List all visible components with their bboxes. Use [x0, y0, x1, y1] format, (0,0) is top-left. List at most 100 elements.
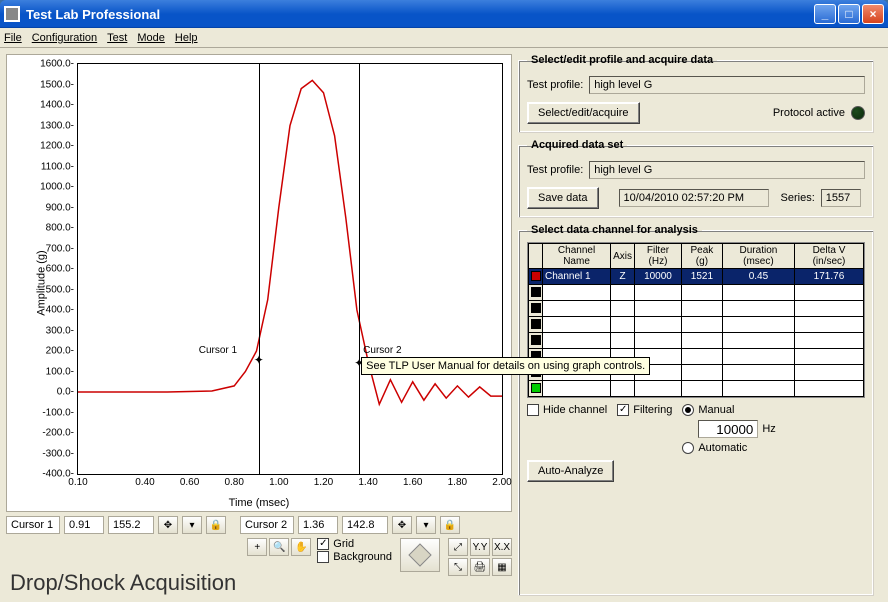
menubar: File Configuration Test Mode Help: [0, 28, 888, 48]
acquired-panel: Acquired data set Test profile: high lev…: [518, 139, 874, 218]
xtick: 0.10: [68, 474, 87, 488]
cursor2-lock-icon[interactable]: 🔒: [440, 516, 460, 534]
pan-tool-icon[interactable]: ✋: [291, 538, 311, 556]
xtick: 1.20: [314, 474, 333, 488]
ytick: 800.0-: [46, 223, 78, 234]
grid-config-icon[interactable]: ▦: [492, 558, 512, 576]
cursor2-snap-icon[interactable]: ▾: [416, 516, 436, 534]
autoscale-x-icon[interactable]: ⤡: [448, 558, 468, 576]
hide-channel-label: Hide channel: [543, 404, 607, 416]
table-row[interactable]: Channel 1Z1000015210.45171.76: [529, 269, 864, 285]
xtick: 1.00: [269, 474, 288, 488]
diamond-button[interactable]: [400, 538, 440, 572]
xtick: 1.80: [448, 474, 467, 488]
ytick: 1600.0-: [40, 59, 78, 70]
close-button[interactable]: ×: [862, 4, 884, 24]
manual-radio[interactable]: Manual: [682, 404, 775, 416]
cursor1-lock-icon[interactable]: 🔒: [206, 516, 226, 534]
ytick: 300.0-: [46, 325, 78, 336]
xtick: 0.60: [180, 474, 199, 488]
ytick: -300.0-: [42, 448, 78, 459]
background-label: Background: [333, 551, 392, 563]
xtick: 1.40: [358, 474, 377, 488]
ytick: 600.0-: [46, 264, 78, 275]
series-label: Series:: [781, 192, 815, 204]
table-row[interactable]: [529, 285, 864, 301]
ytick: 0.0-: [57, 387, 78, 398]
axis-x-format-icon[interactable]: X.X: [492, 538, 512, 556]
acquired-profile-value: high level G: [589, 161, 865, 179]
ytick: 1500.0-: [40, 79, 78, 90]
crosshair-tool-icon[interactable]: +: [247, 538, 267, 556]
ytick: 700.0-: [46, 243, 78, 254]
cursor2-y: 142.8: [342, 516, 388, 534]
cursor2-label: Cursor 2: [240, 516, 294, 534]
table-header: Duration (msec): [722, 244, 794, 269]
cursor-label-1: Cursor 1: [199, 345, 237, 356]
save-data-button[interactable]: Save data: [527, 187, 599, 209]
profile-label: Test profile:: [527, 79, 583, 91]
cursor1-snap-icon[interactable]: ▾: [182, 516, 202, 534]
ytick: -200.0-: [42, 428, 78, 439]
table-row[interactable]: [529, 381, 864, 397]
table-header: Delta V (in/sec): [794, 244, 863, 269]
chart-tooltip: See TLP User Manual for details on using…: [361, 357, 650, 375]
ytick: 1000.0-: [40, 182, 78, 193]
table-row[interactable]: [529, 333, 864, 349]
maximize-button[interactable]: □: [838, 4, 860, 24]
ytick: 1400.0-: [40, 100, 78, 111]
ytick: 100.0-: [46, 366, 78, 377]
filtering-label: Filtering: [633, 404, 672, 416]
cursor1-y: 155.2: [108, 516, 154, 534]
table-row[interactable]: [529, 317, 864, 333]
select-edit-acquire-button[interactable]: Select/edit/acquire: [527, 102, 640, 124]
ytick: 200.0-: [46, 346, 78, 357]
xtick: 0.80: [224, 474, 243, 488]
table-row[interactable]: [529, 301, 864, 317]
print-icon[interactable]: 🖨: [470, 558, 490, 576]
ytick: -100.0-: [42, 407, 78, 418]
acquired-panel-legend: Acquired data set: [527, 139, 627, 151]
chart[interactable]: Amplitude (g) Time (msec) -400.0--300.0-…: [6, 54, 512, 512]
autoscale-y-icon[interactable]: ⤢: [448, 538, 468, 556]
menu-help[interactable]: Help: [175, 32, 198, 44]
cursor-line-1[interactable]: [259, 64, 260, 474]
profile-panel-legend: Select/edit profile and acquire data: [527, 54, 717, 66]
menu-test[interactable]: Test: [107, 32, 127, 44]
ytick: 1100.0-: [41, 161, 78, 172]
cursor2-move-icon[interactable]: ✥: [392, 516, 412, 534]
cursor2-x: 1.36: [298, 516, 338, 534]
automatic-label: Automatic: [698, 442, 747, 454]
axis-y-format-icon[interactable]: Y.Y: [470, 538, 490, 556]
table-header: Channel Name: [543, 244, 611, 269]
menu-configuration[interactable]: Configuration: [32, 32, 97, 44]
minimize-button[interactable]: _: [814, 4, 836, 24]
menu-mode[interactable]: Mode: [137, 32, 165, 44]
chart-plot-area[interactable]: -400.0--300.0--200.0--100.0-0.0-100.0-20…: [77, 63, 503, 475]
filtering-checkbox[interactable]: ✓ Filtering: [617, 404, 672, 416]
cursor1-x: 0.91: [64, 516, 104, 534]
app-icon: [4, 6, 20, 22]
background-checkbox[interactable]: Background: [317, 551, 392, 563]
cursor1-label: Cursor 1: [6, 516, 60, 534]
profile-panel: Select/edit profile and acquire data Tes…: [518, 54, 874, 133]
hide-channel-checkbox[interactable]: Hide channel: [527, 404, 607, 416]
grid-checkbox[interactable]: ✓ Grid: [317, 538, 392, 550]
menu-file[interactable]: File: [4, 32, 22, 44]
xtick: 1.60: [403, 474, 422, 488]
titlebar: Test Lab Professional _ □ ×: [0, 0, 888, 28]
zoom-tool-icon[interactable]: 🔍: [269, 538, 289, 556]
table-header: Axis: [611, 244, 635, 269]
cursor-marker-1[interactable]: ✦: [254, 353, 264, 367]
protocol-led-icon: [851, 106, 865, 120]
automatic-radio[interactable]: Automatic: [682, 442, 775, 454]
table-header: Filter (Hz): [635, 244, 682, 269]
analysis-panel-legend: Select data channel for analysis: [527, 224, 702, 236]
filter-hz-input[interactable]: [698, 420, 758, 438]
cursor1-move-icon[interactable]: ✥: [158, 516, 178, 534]
auto-analyze-button[interactable]: Auto-Analyze: [527, 460, 614, 482]
cursor-line-2[interactable]: [359, 64, 360, 474]
timestamp: 10/04/2010 02:57:20 PM: [619, 189, 769, 207]
acquired-profile-label: Test profile:: [527, 164, 583, 176]
cursor-label-2: Cursor 2: [363, 345, 401, 356]
